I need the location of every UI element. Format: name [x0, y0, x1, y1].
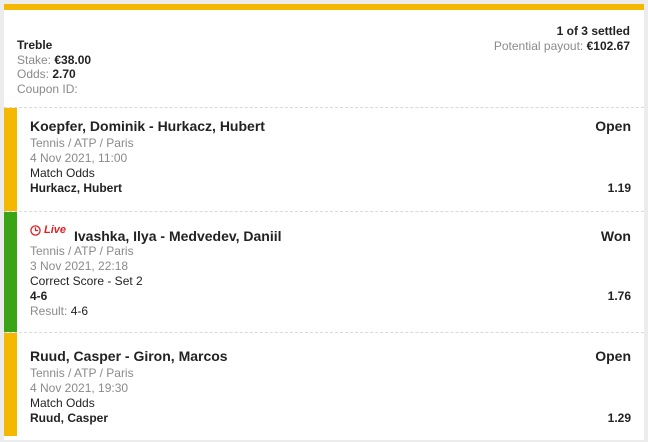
- bet-leg[interactable]: Ruud, Casper - Giron, Marcos Open Tennis…: [4, 333, 644, 436]
- leg-category: Tennis / ATP / Paris: [30, 244, 134, 258]
- bet-summary: Treble Stake: €38.00 Odds: 2.70 Coupon I…: [4, 10, 644, 108]
- payout-row: Potential payout: €102.67: [494, 39, 630, 54]
- leg-selection: Ruud, Casper: [30, 411, 109, 425]
- leg-market: Match Odds: [30, 166, 95, 180]
- leg-selection: Hurkacz, Hubert: [30, 181, 123, 195]
- leg-datetime: 3 Nov 2021, 22:18: [30, 259, 129, 273]
- leg-datetime: 4 Nov 2021, 19:30: [30, 381, 129, 395]
- bet-leg[interactable]: Live Ivashka, Ilya - Medvedev, Daniil Wo…: [4, 212, 644, 333]
- payout-label: Potential payout:: [493, 39, 584, 53]
- leg-selection: 4-6: [30, 289, 48, 303]
- bet-summary-right: 1 of 3 settled Potential payout: €102.67: [494, 24, 630, 54]
- leg-market: Correct Score - Set 2: [30, 274, 143, 288]
- leg-odds: 1.29: [607, 411, 631, 425]
- payout-value: €102.67: [586, 39, 630, 53]
- leg-event-title[interactable]: Koepfer, Dominik - Hurkacz, Hubert: [30, 118, 265, 134]
- leg-event-title[interactable]: Ruud, Casper - Giron, Marcos: [30, 348, 228, 364]
- odds-label: Odds:: [17, 67, 50, 81]
- leg-odds: 1.19: [607, 181, 631, 195]
- bet-slip-card: Treble Stake: €38.00 Odds: 2.70 Coupon I…: [4, 4, 644, 440]
- leg-datetime: 4 Nov 2021, 11:00: [30, 151, 128, 165]
- leg-status-bar: [4, 212, 17, 332]
- result-label: Result:: [30, 304, 68, 318]
- odds-row: Odds: 2.70: [17, 67, 91, 82]
- clock-icon: [30, 224, 41, 236]
- settled-count: 1 of 3 settled: [556, 24, 630, 38]
- leg-odds: 1.76: [607, 289, 631, 303]
- leg-event-title[interactable]: Ivashka, Ilya - Medvedev, Daniil: [74, 228, 282, 244]
- leg-status-bar: [4, 333, 17, 436]
- leg-status: Won: [600, 228, 631, 244]
- leg-market: Match Odds: [30, 396, 95, 410]
- leg-category: Tennis / ATP / Paris: [30, 136, 134, 150]
- coupon-row: Coupon ID:: [17, 82, 91, 97]
- bet-summary-left: Treble Stake: €38.00 Odds: 2.70 Coupon I…: [17, 38, 91, 96]
- stake-row: Stake: €38.00: [17, 53, 91, 68]
- odds-value: 2.70: [52, 67, 76, 81]
- bet-leg[interactable]: Koepfer, Dominik - Hurkacz, Hubert Open …: [4, 108, 644, 212]
- leg-category: Tennis / ATP / Paris: [30, 366, 134, 380]
- stake-value: €38.00: [54, 52, 92, 67]
- coupon-label: Coupon ID:: [17, 81, 78, 96]
- leg-status: Open: [595, 118, 631, 134]
- bet-type: Treble: [17, 38, 53, 52]
- leg-status-bar: [4, 108, 17, 211]
- stake-label: Stake:: [17, 52, 52, 67]
- live-label: Live: [44, 224, 67, 236]
- leg-result: Result: 4-6: [30, 304, 88, 318]
- result-value: 4-6: [70, 304, 89, 318]
- live-indicator: Live: [30, 224, 66, 236]
- leg-status: Open: [595, 348, 631, 364]
